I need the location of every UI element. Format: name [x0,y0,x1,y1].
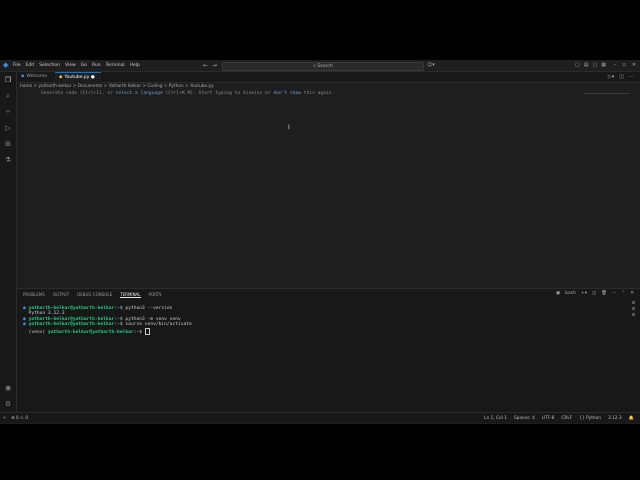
select-language-link[interactable]: select a language [116,91,163,96]
dont-show-link[interactable]: don't show [273,91,301,96]
terminal-command: python3 --version [125,305,173,311]
text-cursor-icon: I [288,124,290,131]
python-version[interactable]: 3.12.3 [608,416,622,421]
run-debug-icon[interactable]: ▷ [4,124,12,132]
tab-welcome[interactable]: ◆ Welcome [17,72,55,82]
menu-item-terminal[interactable]: Terminal [106,63,125,68]
welcome-icon: ◆ [21,74,25,79]
notifications-icon[interactable]: 🔔 [629,416,634,421]
tab-problems[interactable]: PROBLEMS [23,292,45,298]
close-icon[interactable]: ✕ [632,62,636,68]
vscode-logo-icon: ◆ [3,61,9,69]
activity-bar: ❐ ⌕ ⑂ ▷ ⊞ ⚗ ◉ ⚙ [0,72,17,412]
editor-actions: ▷▾ ◫ ⋯ [608,74,634,80]
venv-prefix: (venv) [28,329,46,335]
maximize-icon[interactable]: ▫ [622,62,625,68]
extensions-icon[interactable]: ⊞ [4,140,12,148]
search-placeholder: Search [317,64,333,69]
menu-bar: File Edit Selection View Go Run Terminal Help [13,63,140,68]
tab-ports[interactable]: PORTS [149,292,162,298]
prompt-user: yatharth-kelkar@yatharth-kelkar [47,329,134,335]
terminal-list[interactable] [632,301,638,319]
editor-tabs: ◆ Welcome ◆ Youtube.py ● ▷▾ ◫ ⋯ [17,72,640,83]
cursor-position[interactable]: Ln 1, Col 1 [484,416,507,421]
hint-text: Generate code (Ctrl+I), or [41,91,116,96]
panel-actions: ▣ bash +▾ ◫ 🗑 ⋯ ⌃ ✕ [556,291,634,296]
tab-youtube-py[interactable]: ◆ Youtube.py ● [55,72,101,83]
terminal-name[interactable]: bash [565,291,576,296]
copilot-icon[interactable]: ☺▾ [427,62,435,68]
menu-item-go[interactable]: Go [81,63,87,68]
menu-item-view[interactable]: View [65,63,76,68]
panel-tabs: PROBLEMS OUTPUT DEBUG CONSOLE TERMINAL P… [23,292,162,298]
split-terminal-icon[interactable]: ◫ [592,291,596,296]
testing-icon[interactable]: ⚗ [4,156,12,164]
prompt-user: yatharth-kelkar@yatharth-kelkar [28,305,115,311]
menu-item-edit[interactable]: Edit [26,63,35,68]
menu-item-selection[interactable]: Selection [39,63,60,68]
close-panel-icon[interactable]: ✕ [630,291,634,296]
terminal-command: source venv/bin/activate [125,322,192,328]
kill-terminal-icon[interactable]: 🗑 [601,291,607,296]
editor-hint: Generate code (Ctrl+I), or select a lang… [41,91,334,96]
prompt-path: ~ [117,305,120,311]
more-icon[interactable]: ⋯ [612,291,617,296]
prompt-user: yatharth-kelkar@yatharth-kelkar [28,322,115,328]
layout-controls: ▢ ▤ ▢ ▦ [575,62,606,68]
encoding[interactable]: UTF-8 [542,416,555,421]
indentation[interactable]: Spaces: 4 [514,416,535,421]
nav-arrows[interactable]: ←→ [203,62,221,69]
explorer-icon[interactable]: ❐ [4,76,12,84]
menu-item-help[interactable]: Help [130,63,140,68]
bottom-panel: PROBLEMS OUTPUT DEBUG CONSOLE TERMINAL P… [17,288,640,413]
tab-debug-console[interactable]: DEBUG CONSOLE [77,292,112,298]
menu-item-run[interactable]: Run [92,63,101,68]
problems-count[interactable]: ⊗ 0 ⚠ 0 [11,416,28,421]
source-control-icon[interactable]: ⑂ [4,108,12,116]
terminal-icon: ▣ [555,291,561,296]
minimap[interactable] [584,89,630,94]
remote-icon[interactable]: ⚡ [3,416,6,421]
customize-layout-icon[interactable]: ▦ [601,62,606,68]
status-bar: ⚡ ⊗ 0 ⚠ 0 Ln 1, Col 1 Spaces: 4 UTF-8 CR… [0,412,640,423]
search-icon[interactable]: ⌕ [4,92,12,100]
toggle-secondary-icon[interactable]: ▢ [592,62,597,68]
window-controls: – ▫ ✕ [614,62,636,68]
language-mode[interactable]: {} Python [579,416,601,421]
prompt-path: ~ [136,329,140,335]
hint-text: (Ctrl+K M). Start typing to dismiss or [162,91,274,96]
tab-label: Welcome [26,74,48,79]
terminal-output[interactable]: ● yatharth-kelkar@yatharth-kelkar:~$ pyt… [23,300,192,341]
search-box[interactable]: ⌕ Search [222,62,424,71]
account-icon[interactable]: ◉ [4,384,12,392]
prompt-dot-icon: ● [23,305,26,311]
toggle-panel-icon[interactable]: ▤ [584,62,589,68]
toggle-sidebar-icon[interactable]: ▢ [575,62,580,68]
new-terminal-icon[interactable]: +▾ [581,291,587,296]
terminal-cursor [144,327,150,335]
terminal-output-line: Python 3.12.3 [28,311,65,317]
maximize-panel-icon[interactable]: ⌃ [621,291,625,296]
vscode-window: ◆ File Edit Selection View Go Run Terminal Help… [0,60,640,424]
prompt-dot-icon: ● [23,322,26,328]
tab-label: Youtube.py [64,75,90,80]
split-editor-icon[interactable]: ◫ [619,74,624,80]
tab-output[interactable]: OUTPUT [53,292,69,298]
end-of-line[interactable]: CRLF [561,416,572,421]
title-bar: ◆ File Edit Selection View Go Run Terminal Help… [0,60,640,72]
minimize-icon[interactable]: – [614,62,617,68]
prompt-path: ~ [117,322,120,328]
more-actions-icon[interactable]: ⋯ [629,74,634,80]
run-file-icon[interactable]: ▷▾ [608,74,614,80]
menu-item-file[interactable]: File [13,63,21,68]
hint-text: this again. [301,91,335,96]
editor-area[interactable]: Generate code (Ctrl+I), or select a lang… [17,89,640,284]
tab-close-icon[interactable]: ● [91,75,95,80]
tab-terminal[interactable]: TERMINAL [120,292,141,298]
python-file-icon: ◆ [59,75,63,80]
settings-gear-icon[interactable]: ⚙ [4,400,12,408]
